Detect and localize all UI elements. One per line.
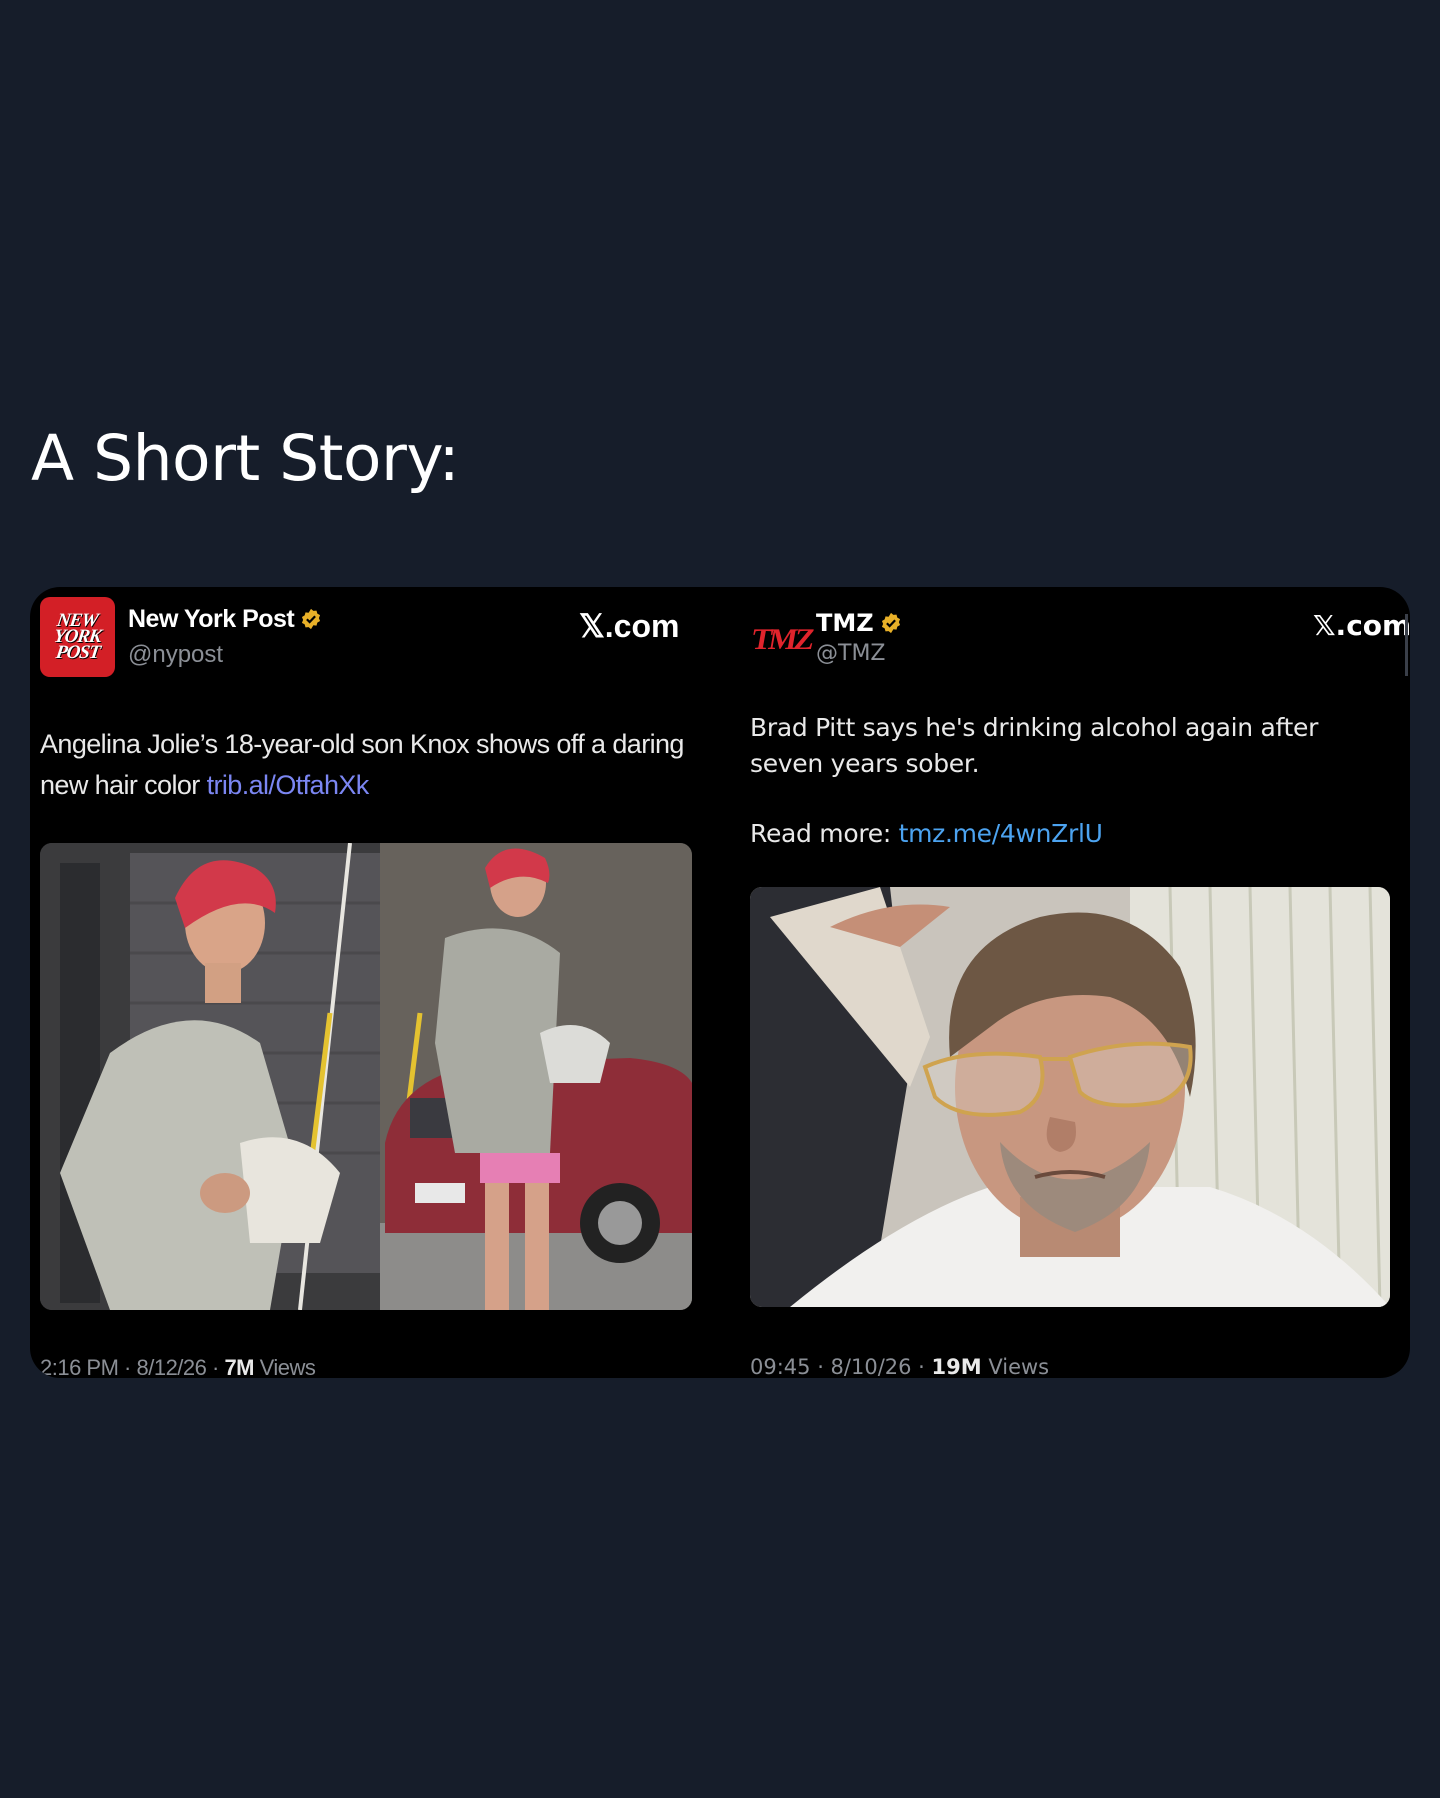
source-label: 𝕏.com <box>1313 609 1410 642</box>
source-label: 𝕏.com <box>579 608 680 644</box>
post-headline: A Short Story: <box>31 422 460 495</box>
tweet-text: Brad Pitt says he's drinking alcohol aga… <box>750 713 1319 778</box>
scroll-edge <box>1405 614 1408 676</box>
tweet-link[interactable]: trib.al/OtfahXk <box>207 770 370 800</box>
read-more-line: Read more: tmz.me/4wnZrlU <box>750 819 1103 848</box>
tweet-card-nypost[interactable]: NEW YORK POST New York Post @nypost 𝕏.co… <box>30 587 710 1378</box>
knox-photo-illustration <box>40 843 692 1310</box>
tweet-comparison-image: NEW YORK POST New York Post @nypost 𝕏.co… <box>30 587 1410 1378</box>
tweet-footer: 09:45 · 8/10/26 · 19M Views <box>750 1355 1050 1378</box>
nypost-logo: NEW YORK POST <box>40 597 115 677</box>
verified-badge-icon <box>881 612 900 634</box>
verified-badge-icon <box>302 608 321 630</box>
tmz-logo: TMZ <box>749 623 815 656</box>
brad-pitt-photo-illustration <box>750 887 1390 1307</box>
knox-photo[interactable] <box>40 843 692 1310</box>
account-name[interactable]: TMZ <box>816 609 902 637</box>
brad-pitt-photo[interactable] <box>750 887 1390 1307</box>
tweet-card-tmz[interactable]: TMZ TMZ @TMZ 𝕏.com Brad Pitt says he's d… <box>710 587 1410 1378</box>
tweet-text: Angelina Jolie’s 18-year-old son Knox sh… <box>40 729 684 800</box>
tweet-link[interactable]: tmz.me/4wnZrlU <box>899 819 1103 848</box>
account-name[interactable]: New York Post <box>128 605 322 634</box>
account-handle[interactable]: @nypost <box>128 641 223 669</box>
tweet-footer: 2:16 PM · 8/12/26 · 7M Views <box>40 1355 316 1378</box>
account-handle[interactable]: @TMZ <box>816 641 886 666</box>
